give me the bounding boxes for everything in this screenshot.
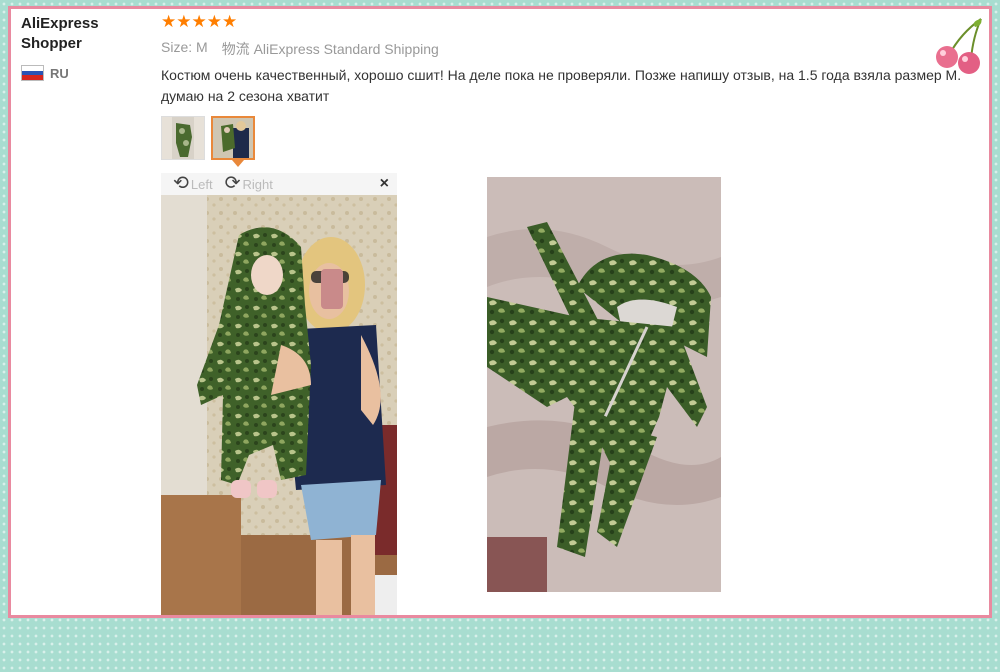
review-meta: Size: M 物流 AliExpress Standard Shipping [161,39,439,59]
close-icon[interactable]: × [380,175,389,193]
size-value: M [196,39,208,55]
review-photo-second [487,177,721,592]
thumbnail-image [213,118,253,158]
size-label: Size: [161,39,193,55]
star-icon: ★ [206,12,222,31]
rotate-left-icon: ⟲ [173,173,189,194]
rotate-left-label: Left [190,176,213,192]
shipping-value: AliExpress Standard Shipping [253,41,439,57]
review-card: AliExpress Shopper RU ★ ★ ★ ★ ★ Size: M … [8,6,992,618]
star-rating: ★ ★ ★ ★ ★ [161,13,237,31]
photo-thumbnails [161,116,255,160]
reviewer-country: RU [21,65,69,81]
photo-image [161,195,397,615]
photo-thumbnail[interactable] [211,116,255,160]
reviewer-name: AliExpress Shopper [21,15,99,52]
star-icon: ★ [191,12,207,31]
shipping-info: 物流 AliExpress Standard Shipping [222,39,439,59]
cherry-icon [936,18,982,74]
russia-flag-icon [21,65,44,81]
rotate-left-button[interactable]: ⟲ Left [173,174,213,194]
shipping-label: 物流 [221,41,250,57]
review-text: Костюм очень качественный, хорошо сшит! … [161,67,962,104]
country-code: RU [50,65,69,81]
review-photo-main [161,195,397,615]
rotate-right-label: Right [242,176,273,192]
photo-image [487,177,721,592]
active-thumb-indicator [232,160,244,167]
star-icon: ★ [161,12,177,31]
photo-thumbnail[interactable] [161,116,205,160]
star-icon: ★ [222,12,238,31]
rotate-right-icon: ⟳ [224,173,241,194]
thumbnail-image [162,117,204,159]
size-info: Size: M [161,39,208,59]
rotate-right-button[interactable]: ⟳ Right [225,174,273,194]
image-viewer-toolbar: ⟲ Left ⟳ Right × [161,173,397,195]
star-icon: ★ [176,12,192,31]
